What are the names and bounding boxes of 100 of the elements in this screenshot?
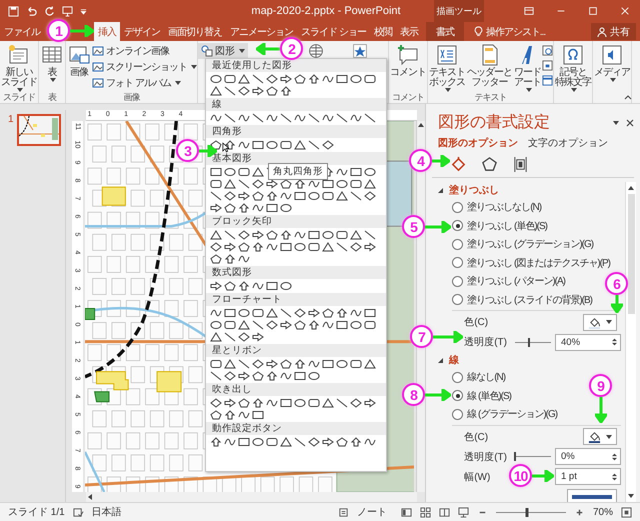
shape-icon[interactable] — [251, 409, 265, 421]
shape-icon[interactable] — [307, 190, 321, 202]
spin-field[interactable]: 1 pt — [555, 468, 621, 485]
shape-icon[interactable] — [237, 436, 251, 448]
shape-icon[interactable] — [237, 241, 251, 253]
shape-icon[interactable] — [237, 358, 251, 370]
radio-button[interactable] — [452, 408, 464, 420]
shape-icon[interactable] — [293, 73, 307, 85]
shape-icon[interactable] — [321, 73, 335, 85]
shape-icon[interactable] — [209, 190, 223, 202]
shape-icon[interactable] — [279, 139, 293, 151]
shape-icon[interactable] — [293, 436, 307, 448]
shape-icon[interactable] — [335, 397, 349, 409]
shape-icon[interactable] — [265, 190, 279, 202]
shape-icon[interactable] — [349, 358, 363, 370]
shape-icon[interactable] — [279, 85, 293, 97]
style-dropdown[interactable] — [567, 488, 617, 502]
start-presentation-icon[interactable] — [62, 6, 73, 16]
radio-button[interactable] — [452, 372, 464, 383]
shape-icon[interactable] — [307, 73, 321, 85]
header-footer-button[interactable]: ヘッダーと フッター — [466, 43, 513, 88]
slide-sorter-icon[interactable] — [420, 506, 431, 518]
shape-icon[interactable] — [307, 139, 321, 151]
shape-icon[interactable] — [349, 73, 363, 85]
shape-icon[interactable] — [265, 139, 279, 151]
ribbon-tab[interactable]: 書式 — [426, 22, 464, 41]
radio-button[interactable] — [452, 220, 464, 232]
pane-tab[interactable]: 文字のオプション — [528, 136, 608, 150]
shape-icon[interactable] — [293, 307, 307, 319]
shape-icon[interactable] — [237, 307, 251, 319]
undo-icon[interactable] — [26, 6, 37, 16]
shape-icon[interactable] — [279, 370, 293, 382]
shape-icon[interactable] — [223, 73, 237, 85]
shape-icon[interactable] — [363, 319, 377, 331]
language-indicator[interactable]: 日本語 — [92, 505, 122, 519]
option-label[interactable]: 塗りつぶし (スライドの背景)(B) — [467, 292, 592, 307]
spin-field[interactable]: 0% — [555, 448, 621, 465]
shape-icon[interactable] — [279, 178, 293, 190]
shape-icon[interactable] — [307, 397, 321, 409]
shape-icon[interactable] — [335, 307, 349, 319]
shape-icon[interactable] — [293, 112, 307, 124]
shape-icon[interactable] — [237, 166, 251, 178]
shape-icon[interactable] — [279, 358, 293, 370]
option-label[interactable]: 塗りつぶし (パターン)(A) — [467, 274, 565, 288]
option-label[interactable]: 線 (グラデーション)(G) — [467, 407, 558, 422]
shape-icon[interactable] — [321, 397, 335, 409]
shape-icon[interactable] — [209, 409, 223, 421]
shape-icon[interactable] — [265, 397, 279, 409]
ribbon-command[interactable]: フォト アルバム — [92, 75, 197, 90]
shape-icon[interactable] — [363, 241, 377, 253]
radio-button[interactable] — [452, 294, 464, 306]
shape-icon[interactable] — [335, 73, 349, 85]
shape-icon[interactable] — [293, 370, 307, 382]
shape-icon[interactable] — [265, 436, 279, 448]
shape-icon[interactable] — [335, 358, 349, 370]
shape-icon[interactable] — [251, 112, 265, 124]
shape-icon[interactable] — [237, 190, 251, 202]
notes-button[interactable]: ノート — [356, 505, 387, 519]
shape-icon[interactable] — [223, 229, 237, 241]
maximize-icon[interactable] — [588, 6, 598, 16]
slide-number-icon[interactable] — [542, 60, 553, 71]
shape-icon[interactable] — [237, 112, 251, 124]
shape-icon[interactable] — [223, 112, 237, 124]
shape-icon[interactable] — [223, 358, 237, 370]
shape-icon[interactable] — [279, 112, 293, 124]
shape-icon[interactable] — [223, 139, 237, 151]
shape-icon[interactable] — [363, 190, 377, 202]
shape-icon[interactable] — [363, 229, 377, 241]
shape-icon[interactable] — [293, 241, 307, 253]
shape-icon[interactable] — [279, 436, 293, 448]
shape-icon[interactable] — [293, 358, 307, 370]
shape-icon[interactable] — [251, 319, 265, 331]
option-label[interactable]: 塗りつぶし (単色)(S) — [467, 218, 547, 233]
shape-icon[interactable] — [251, 166, 265, 178]
shape-icon[interactable] — [307, 358, 321, 370]
symbol-button[interactable]: 記号と 特殊文字 — [554, 43, 592, 92]
shape-icon[interactable] — [251, 436, 265, 448]
shape-icon[interactable] — [307, 229, 321, 241]
shape-icon[interactable] — [223, 319, 237, 331]
shape-icon[interactable] — [321, 229, 335, 241]
shape-icon[interactable] — [321, 112, 335, 124]
shape-icon[interactable] — [293, 397, 307, 409]
normal-view-icon[interactable] — [400, 506, 412, 518]
date-time-icon[interactable] — [542, 45, 553, 56]
scroll-down-icon[interactable] — [627, 492, 635, 500]
shape-icon[interactable] — [251, 241, 265, 253]
expand-triangle-icon[interactable] — [438, 188, 444, 192]
shape-icon[interactable] — [265, 229, 279, 241]
shape-icon[interactable] — [293, 190, 307, 202]
shape-icon[interactable] — [349, 319, 363, 331]
shape-icon[interactable] — [363, 73, 377, 85]
ribbon-tab[interactable]: 挿入 — [94, 22, 120, 41]
shape-icon[interactable] — [223, 307, 237, 319]
shape-icon[interactable] — [209, 319, 223, 331]
shape-icon[interactable] — [209, 229, 223, 241]
slideshow-icon[interactable] — [458, 506, 469, 518]
reading-view-icon[interactable] — [438, 506, 450, 518]
shape-icon[interactable] — [237, 178, 251, 190]
tell-me-search[interactable]: 操作アシスト... — [482, 22, 546, 41]
shape-icon[interactable] — [223, 241, 237, 253]
